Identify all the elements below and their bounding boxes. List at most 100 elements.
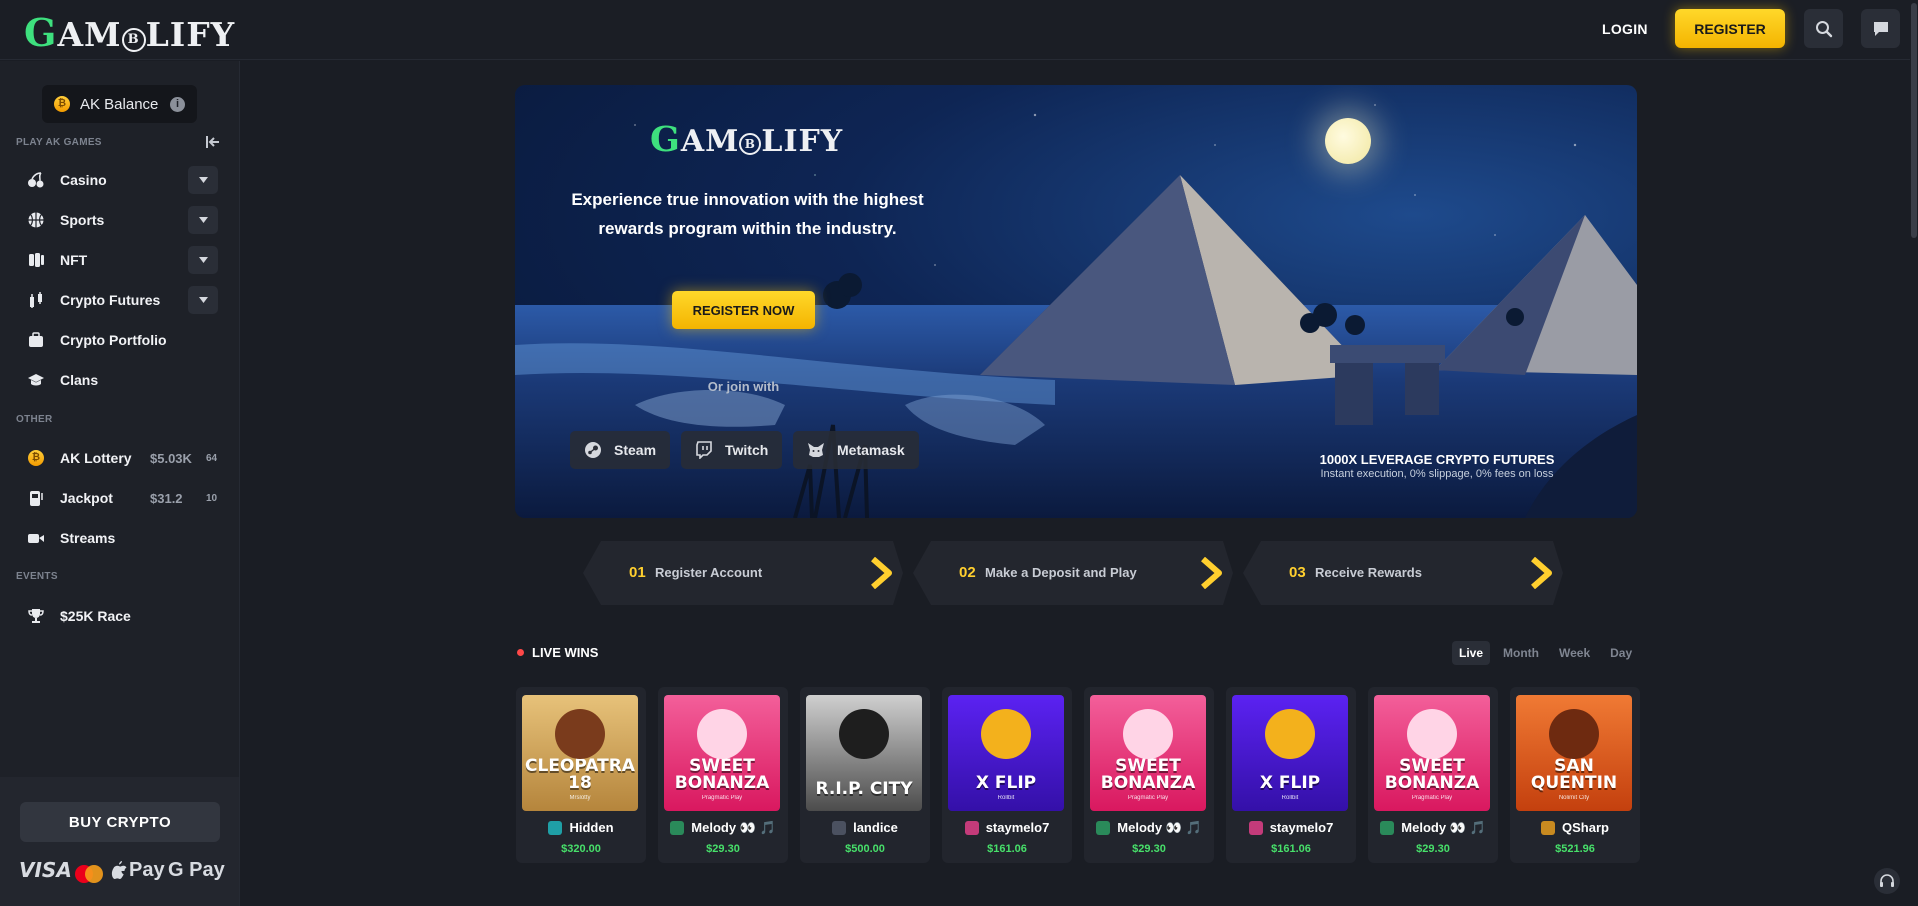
username: Melody 👀 🎵 bbox=[691, 820, 776, 835]
register-now-button[interactable]: REGISTER NOW bbox=[672, 291, 815, 329]
game-thumbnail[interactable]: R.I.P. CITY bbox=[806, 695, 922, 811]
dropdown-toggle[interactable] bbox=[188, 286, 218, 314]
metamask-icon bbox=[807, 441, 825, 459]
game-provider: Pragmatic Play bbox=[1127, 795, 1169, 801]
info-icon[interactable]: i bbox=[170, 96, 185, 112]
sidebar-item-crypto-portfolio[interactable]: Crypto Portfolio bbox=[14, 324, 220, 356]
coin-icon: ₿ bbox=[26, 448, 46, 468]
win-user[interactable]: Melody 👀 🎵 bbox=[1084, 820, 1214, 836]
game-thumbnail[interactable]: CLEOPATRA 18 Mrslotty bbox=[522, 695, 638, 811]
sidebar-item-clans[interactable]: Clans bbox=[14, 364, 220, 396]
game-provider: Mrslotty bbox=[569, 795, 591, 801]
live-win-card[interactable]: SWEET BONANZA Pragmatic Play Melody 👀 🎵 $29… bbox=[1084, 687, 1214, 863]
step-label: Make a Deposit and Play bbox=[985, 565, 1137, 580]
win-user[interactable]: Melody 👀 🎵 bbox=[1368, 820, 1498, 836]
game-thumbnail[interactable]: X FLIP Rollbit bbox=[948, 695, 1064, 811]
win-user[interactable]: landice bbox=[800, 820, 930, 835]
support-button[interactable] bbox=[1874, 868, 1900, 894]
live-win-card[interactable]: SAN QUENTIN Nolimit City QSharp $521.96 bbox=[1510, 687, 1640, 863]
steam-icon bbox=[584, 441, 602, 459]
game-provider: Rollbit bbox=[997, 795, 1015, 801]
login-button[interactable]: LOGIN bbox=[1602, 16, 1648, 42]
search-button[interactable] bbox=[1804, 9, 1843, 48]
futures-promo[interactable]: 1000X LEVERAGE CRYPTO FUTURES Instant ex… bbox=[1307, 452, 1567, 480]
dropdown-toggle[interactable] bbox=[188, 206, 218, 234]
apple-pay-logo: Pay bbox=[111, 857, 165, 883]
step-label: Receive Rewards bbox=[1315, 565, 1422, 580]
collapse-sidebar-icon[interactable] bbox=[204, 133, 222, 151]
win-user[interactable]: staymelo7 bbox=[1226, 820, 1356, 835]
sidebar-item-label: Sports bbox=[60, 212, 105, 228]
filter-day[interactable]: Day bbox=[1603, 641, 1639, 665]
username: QSharp bbox=[1562, 820, 1609, 835]
sidebar-item-sports[interactable]: Sports bbox=[14, 204, 220, 236]
sidebar-item-nft[interactable]: NFT bbox=[14, 244, 220, 276]
live-win-card[interactable]: SWEET BONANZA Pragmatic Play Melody 👀 🎵 $29… bbox=[658, 687, 788, 863]
game-thumbnail[interactable]: X FLIP Rollbit bbox=[1232, 695, 1348, 811]
sidebar-item-crypto-futures[interactable]: Crypto Futures bbox=[14, 284, 220, 316]
game-thumbnail[interactable]: SAN QUENTIN Nolimit City bbox=[1516, 695, 1632, 811]
gamblify-logo[interactable]: GAM B LIFY bbox=[24, 10, 235, 55]
win-amount: $161.06 bbox=[1271, 843, 1311, 855]
dropdown-toggle[interactable] bbox=[188, 246, 218, 274]
game-art bbox=[1549, 709, 1599, 759]
live-win-card[interactable]: CLEOPATRA 18 Mrslotty Hidden $320.00 bbox=[516, 687, 646, 863]
dropdown-toggle[interactable] bbox=[188, 166, 218, 194]
apple-icon bbox=[111, 860, 127, 879]
twitch-login-button[interactable]: Twitch bbox=[681, 431, 783, 469]
live-win-card[interactable]: SWEET BONANZA Pragmatic Play Melody 👀 🎵 $29… bbox=[1368, 687, 1498, 863]
steam-login-button[interactable]: Steam bbox=[570, 431, 671, 469]
filter-week[interactable]: Week bbox=[1552, 641, 1597, 665]
game-title: X FLIP bbox=[1259, 773, 1321, 793]
sidebar-item-label: AK Lottery bbox=[60, 450, 132, 466]
chevron-right-icon bbox=[871, 557, 892, 589]
trophy-icon bbox=[26, 606, 46, 626]
sidebar-item-casino[interactable]: Casino bbox=[14, 164, 220, 196]
twitch-icon bbox=[695, 441, 713, 459]
game-title: SWEET BONANZA bbox=[1384, 756, 1480, 793]
win-user[interactable]: Melody 👀 🎵 bbox=[658, 820, 788, 836]
chat-button[interactable] bbox=[1861, 9, 1900, 48]
live-win-card[interactable]: R.I.P. CITY landice $500.00 bbox=[800, 687, 930, 863]
live-dot-icon bbox=[517, 649, 524, 656]
buy-crypto-button[interactable]: BUY CRYPTO bbox=[20, 802, 220, 842]
game-thumbnail[interactable]: SWEET BONANZA Pragmatic Play bbox=[1374, 695, 1490, 811]
chevron-down-icon bbox=[198, 217, 208, 223]
step-receive-rewards[interactable]: 03 Receive Rewards bbox=[1243, 541, 1563, 605]
sidebar-item-jackpot[interactable]: Jackpot $31.2 10 bbox=[14, 482, 220, 514]
sidebar-item-streams[interactable]: Streams bbox=[14, 522, 220, 554]
win-user[interactable]: Hidden bbox=[516, 820, 646, 835]
chevron-right-icon bbox=[1531, 557, 1552, 589]
live-win-card[interactable]: X FLIP Rollbit staymelo7 $161.06 bbox=[942, 687, 1072, 863]
sidebar-item-label: $25K Race bbox=[60, 608, 131, 624]
promo-subtitle: Instant execution, 0% slippage, 0% fees … bbox=[1320, 468, 1554, 480]
page-scrollbar[interactable] bbox=[1910, 0, 1918, 906]
chevron-down-icon bbox=[198, 257, 208, 263]
live-win-card[interactable]: X FLIP Rollbit staymelo7 $161.06 bbox=[1226, 687, 1356, 863]
game-thumbnail[interactable]: SWEET BONANZA Pragmatic Play bbox=[664, 695, 780, 811]
ak-balance[interactable]: ₿ AK Balance i bbox=[42, 85, 197, 123]
scrollbar-thumb[interactable] bbox=[1911, 3, 1917, 238]
register-button[interactable]: REGISTER bbox=[1675, 9, 1785, 48]
game-title: CLEOPATRA 18 bbox=[525, 756, 635, 793]
win-user[interactable]: staymelo7 bbox=[942, 820, 1072, 835]
filter-live[interactable]: Live bbox=[1452, 641, 1491, 665]
win-amount: $521.96 bbox=[1555, 843, 1595, 855]
basketball-icon bbox=[26, 210, 46, 230]
win-amount: $320.00 bbox=[561, 843, 601, 855]
win-user[interactable]: QSharp bbox=[1510, 820, 1640, 835]
sidebar-item-ak-lottery[interactable]: ₿ AK Lottery $5.03K 64 bbox=[14, 442, 220, 474]
headset-icon bbox=[1880, 874, 1894, 887]
live-wins-title: LIVE WINS bbox=[517, 645, 598, 660]
step-register-account[interactable]: 01 Register Account bbox=[583, 541, 903, 605]
filter-month[interactable]: Month bbox=[1496, 641, 1546, 665]
hero-banner: GAM B LIFY Experience true innovation with… bbox=[515, 85, 1637, 518]
username: staymelo7 bbox=[1269, 820, 1334, 835]
step-make-deposit[interactable]: 02 Make a Deposit and Play bbox=[913, 541, 1233, 605]
sidebar-item-25k-race[interactable]: $25K Race bbox=[14, 600, 220, 632]
game-thumbnail[interactable]: SWEET BONANZA Pragmatic Play bbox=[1090, 695, 1206, 811]
metamask-login-button[interactable]: Metamask bbox=[793, 431, 919, 469]
google-pay-logo: G Pay bbox=[168, 858, 225, 881]
win-amount: $29.30 bbox=[1132, 843, 1166, 855]
section-label-play: PLAY AK GAMES bbox=[16, 137, 102, 148]
